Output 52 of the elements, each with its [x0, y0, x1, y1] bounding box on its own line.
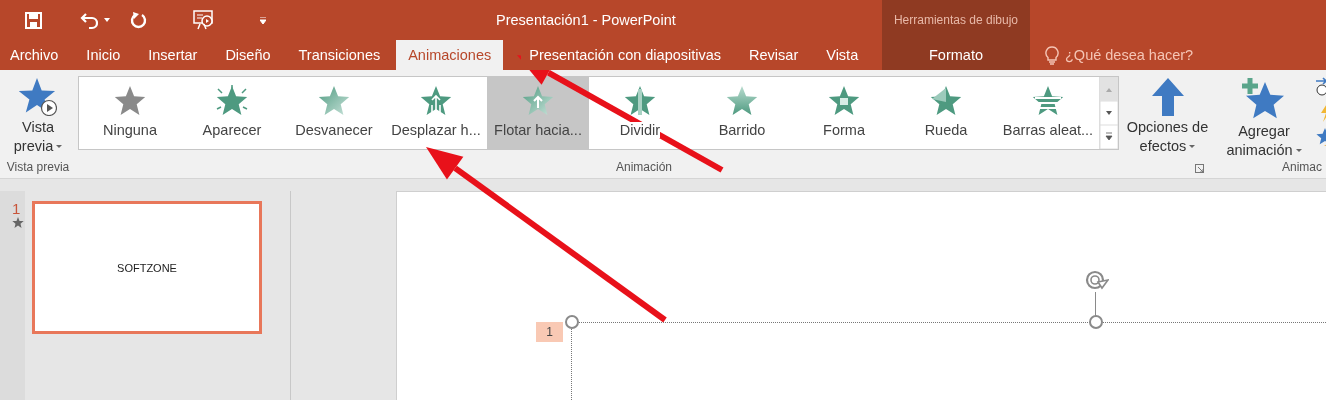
undo-icon[interactable]: [80, 10, 98, 30]
star-icon: [725, 85, 759, 117]
gallery-item[interactable]: Desvanecer: [283, 77, 385, 149]
star-icon: [623, 85, 657, 117]
slide-text: SOFTZONE: [117, 261, 177, 274]
slideshow-icon[interactable]: [193, 10, 214, 30]
star-icon: [827, 85, 861, 117]
ribbon-tab[interactable]: Animaciones: [396, 40, 504, 70]
rotate-handle-icon[interactable]: [1085, 269, 1109, 291]
gallery-item[interactable]: Forma: [793, 77, 895, 149]
group-label: Animac: [1281, 160, 1323, 176]
resize-handle[interactable]: [565, 315, 579, 329]
resize-handle[interactable]: [1089, 315, 1103, 329]
animation-badge: 1: [536, 322, 563, 342]
slide-thumbnail[interactable]: SOFTZONE: [32, 201, 262, 334]
rotate-stem: [1095, 292, 1096, 316]
slide-number: 1: [12, 201, 21, 217]
star-icon: [521, 85, 555, 117]
star-icon: [1031, 85, 1065, 117]
star-icon: [19, 78, 57, 116]
scroll-down-icon[interactable]: [1100, 101, 1118, 125]
window-title: Presentación1 - PowerPoint: [496, 12, 676, 28]
ribbon-tab[interactable]: Formato: [919, 40, 993, 70]
caret-icon: [56, 145, 63, 148]
caret-icon: [1189, 145, 1196, 148]
group-label: Vista previa: [5, 160, 71, 176]
add-animation-button[interactable]: Agregar animación: [1216, 76, 1312, 160]
expand-gallery-icon[interactable]: [1100, 125, 1118, 149]
effect-options-button[interactable]: Opciones de efectos: [1123, 76, 1212, 156]
star-icon: [419, 85, 453, 117]
redo-icon[interactable]: [130, 11, 148, 29]
lightbulb-icon: [1045, 45, 1059, 65]
preview-button[interactable]: Vista previa: [0, 78, 76, 156]
caret-icon[interactable]: [104, 18, 110, 22]
gallery-item[interactable]: Barras aleat...: [997, 77, 1099, 149]
caret-icon: [1295, 149, 1302, 152]
gallery-item[interactable]: Dividir: [589, 77, 691, 149]
gallery-item[interactable]: Flotar hacia...: [487, 77, 589, 149]
gallery-item[interactable]: Barrido: [691, 77, 793, 149]
dialog-launcher-icon[interactable]: [1195, 164, 1204, 173]
star-icon: [317, 85, 351, 117]
star-icon: [113, 85, 147, 117]
gallery-item[interactable]: Rueda: [895, 77, 997, 149]
gallery-item[interactable]: Desplazar h...: [385, 77, 487, 149]
group-label: Animación: [616, 160, 672, 176]
save-icon[interactable]: [25, 11, 42, 29]
star-icon: [215, 85, 249, 117]
gallery-item[interactable]: Aparecer: [181, 77, 283, 149]
contextual-group-label: Herramientas de dibujo: [893, 12, 1019, 29]
customize-icon[interactable]: [260, 16, 266, 24]
star-icon: [929, 85, 963, 117]
gallery-item[interactable]: Ninguna: [79, 77, 181, 149]
